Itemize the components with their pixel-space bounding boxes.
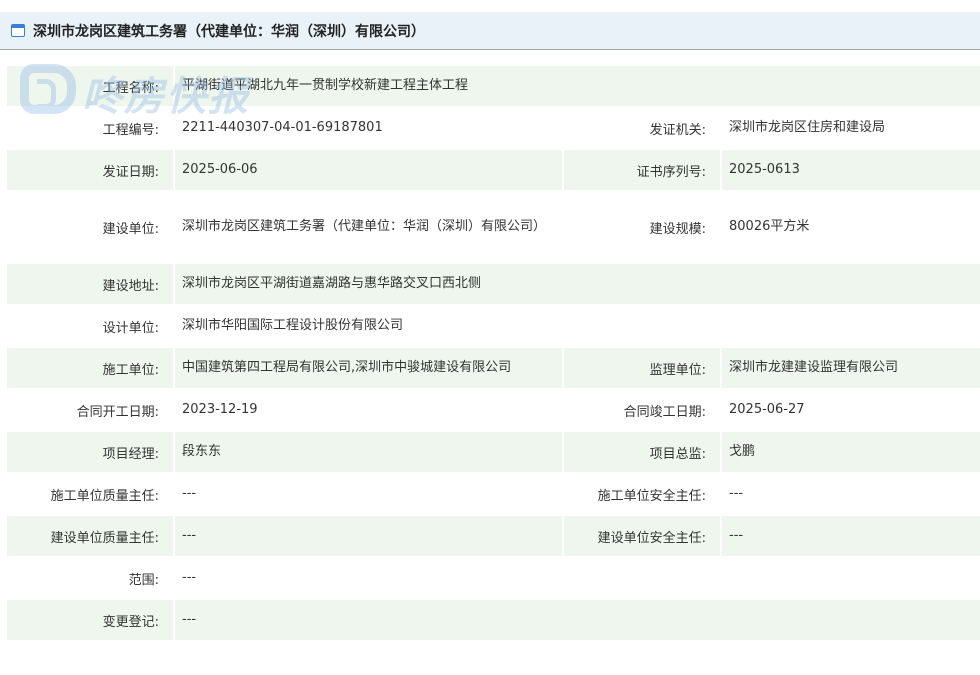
- contractor-safety-director-value: ---: [729, 486, 744, 501]
- contractor-label: 施工单位:: [7, 348, 173, 388]
- construction-owner-value: 深圳市龙岗区建筑工务署（代建单位：华润（深圳）有限公司）: [182, 219, 547, 234]
- table-row: 工程编号: 2211-440307-04-01-69187801 发证机关: 深…: [7, 108, 980, 148]
- table-row: 建设单位质量主任: --- 建设单位安全主任: ---: [7, 516, 980, 556]
- construction-address-label: 建设地址:: [7, 264, 173, 304]
- project-name-label: 工程名称:: [7, 66, 173, 106]
- project-number-label: 工程编号:: [102, 122, 159, 138]
- contractor-quality-director-value: ---: [182, 486, 197, 501]
- project-manager-value: 段东东: [175, 432, 562, 472]
- owner-quality-director-value: ---: [175, 516, 562, 556]
- project-manager-label: 项目经理:: [7, 432, 173, 472]
- project-number-value: 2211-440307-04-01-69187801: [182, 120, 383, 135]
- issue-date-value: 2025-06-06: [175, 150, 562, 190]
- issuing-authority-label: 发证机关:: [649, 122, 706, 138]
- detail-table: 工程名称: 平湖街道平湖北九年一贯制学校新建工程主体工程 工程编号: 2211-…: [7, 66, 980, 640]
- construction-owner-label: 建设单位:: [102, 221, 159, 237]
- owner-quality-director-label: 建设单位质量主任:: [7, 516, 173, 556]
- page-title: 深圳市龙岗区建筑工务署（代建单位：华润（深圳）有限公司）: [33, 24, 425, 40]
- window-icon: [11, 24, 25, 37]
- contract-start-value: 2023-12-19: [182, 402, 258, 417]
- project-name-value: 平湖街道平湖北九年一贯制学校新建工程主体工程: [175, 66, 980, 106]
- supervisor-unit-value: 深圳市龙建建设监理有限公司: [722, 348, 980, 388]
- table-row: 项目经理: 段东东 项目总监: 戈鹏: [7, 432, 980, 472]
- contract-end-label: 合同竣工日期:: [623, 404, 706, 420]
- table-row: 建设单位: 深圳市龙岗区建筑工务署（代建单位：华润（深圳）有限公司） 建设规模:…: [7, 192, 980, 262]
- contractor-value: 中国建筑第四工程局有限公司,深圳市中骏城建设有限公司: [175, 348, 562, 388]
- change-registration-value: ---: [175, 600, 980, 640]
- project-director-value: 戈鹏: [722, 432, 980, 472]
- contract-start-label: 合同开工日期:: [76, 404, 159, 420]
- construction-scale-label: 建设规模:: [649, 221, 706, 237]
- issuing-authority-value: 深圳市龙岗区住房和建设局: [729, 120, 886, 135]
- table-row: 建设地址: 深圳市龙岗区平湖街道嘉湖路与惠华路交叉口西北侧: [7, 264, 980, 304]
- project-director-label: 项目总监:: [564, 432, 720, 472]
- table-row: 变更登记: ---: [7, 600, 980, 640]
- design-unit-label: 设计单位:: [102, 320, 159, 336]
- table-row: 范围: ---: [7, 558, 980, 598]
- design-unit-value: 深圳市华阳国际工程设计股份有限公司: [182, 318, 404, 333]
- construction-address-value: 深圳市龙岗区平湖街道嘉湖路与惠华路交叉口西北侧: [175, 264, 980, 304]
- scope-label: 范围:: [128, 572, 159, 588]
- contractor-safety-director-label: 施工单位安全主任:: [597, 488, 706, 504]
- table-row: 设计单位: 深圳市华阳国际工程设计股份有限公司: [7, 306, 980, 346]
- certificate-serial-label: 证书序列号:: [564, 150, 720, 190]
- owner-safety-director-value: ---: [722, 516, 980, 556]
- issue-date-label: 发证日期:: [7, 150, 173, 190]
- construction-scale-value: 80026平方米: [729, 219, 810, 234]
- contractor-quality-director-label: 施工单位质量主任:: [50, 488, 159, 504]
- scope-value: ---: [182, 570, 197, 585]
- certificate-serial-value: 2025-0613: [722, 150, 980, 190]
- supervisor-unit-label: 监理单位:: [564, 348, 720, 388]
- table-row: 工程名称: 平湖街道平湖北九年一贯制学校新建工程主体工程: [7, 66, 980, 106]
- owner-safety-director-label: 建设单位安全主任:: [564, 516, 720, 556]
- table-row: 施工单位: 中国建筑第四工程局有限公司,深圳市中骏城建设有限公司 监理单位: 深…: [7, 348, 980, 388]
- page-header: 深圳市龙岗区建筑工务署（代建单位：华润（深圳）有限公司）: [0, 12, 980, 50]
- table-row: 发证日期: 2025-06-06 证书序列号: 2025-0613: [7, 150, 980, 190]
- table-row: 施工单位质量主任: --- 施工单位安全主任: ---: [7, 474, 980, 514]
- contract-end-value: 2025-06-27: [729, 402, 805, 417]
- table-row: 合同开工日期: 2023-12-19 合同竣工日期: 2025-06-27: [7, 390, 980, 430]
- change-registration-label: 变更登记:: [7, 600, 173, 640]
